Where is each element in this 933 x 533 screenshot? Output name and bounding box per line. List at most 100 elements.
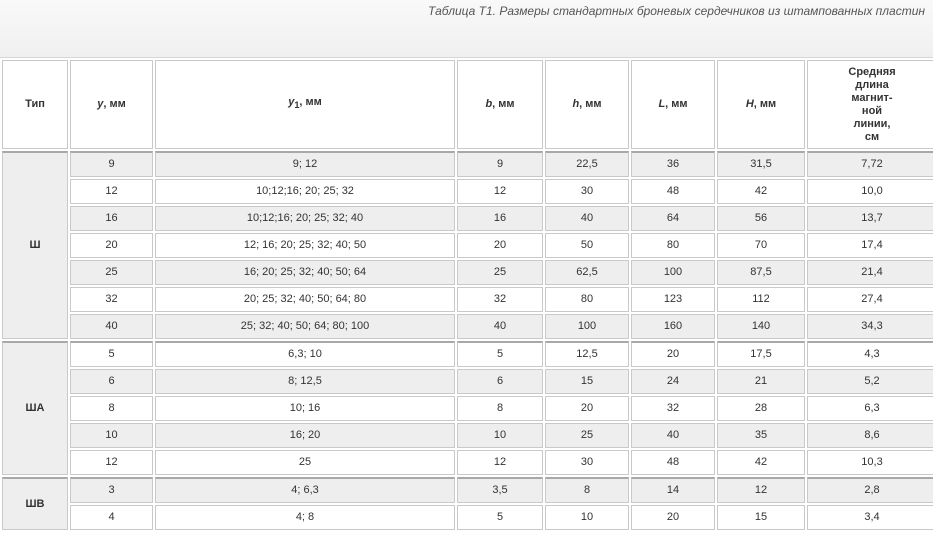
cell-b: 12 xyxy=(457,179,543,204)
cell-y1: 4; 8 xyxy=(155,505,455,530)
cell-y: 25 xyxy=(70,260,153,285)
cell-b: 6 xyxy=(457,369,543,394)
table-row: 16 10;12;16; 20; 25; 32; 40 16 40 64 56 … xyxy=(2,206,933,231)
cell-y1: 9; 12 xyxy=(155,151,455,177)
header-row: Тип y, мм y1, мм b, мм h, мм L, мм H, мм… xyxy=(2,60,933,149)
table-row: 25 16; 20; 25; 32; 40; 50; 64 25 62,5 10… xyxy=(2,260,933,285)
cell-h: 80 xyxy=(545,287,629,312)
cell-magnetic-length: 6,3 xyxy=(807,396,933,421)
table-row: 6 8; 12,5 6 15 24 21 5,2 xyxy=(2,369,933,394)
header-h: h, мм xyxy=(545,60,629,149)
header-magnetic-length: Средняя длина магнит- ной линии, см xyxy=(807,60,933,149)
cell-h: 8 xyxy=(545,477,629,503)
cell-y: 5 xyxy=(70,341,153,367)
table-row: Ш 9 9; 12 9 22,5 36 31,5 7,72 xyxy=(2,151,933,339)
cell-l: 36 xyxy=(631,151,715,177)
cell-b: 10 xyxy=(457,423,543,448)
cell-y1: 16; 20; 25; 32; 40; 50; 64 xyxy=(155,260,455,285)
cell-y: 32 xyxy=(70,287,153,312)
header-y1: y1, мм xyxy=(155,60,455,149)
cell-y1: 10;12;16; 20; 25; 32; 40 xyxy=(155,206,455,231)
cell-b: 12 xyxy=(457,450,543,475)
cell-hh: 15 xyxy=(717,505,805,530)
cell-hh: 56 xyxy=(717,206,805,231)
cell-h: 40 xyxy=(545,206,629,231)
cell-y: 10 xyxy=(70,423,153,448)
cell-magnetic-length: 7,72 xyxy=(807,151,933,177)
cell-y1: 6,3; 10 xyxy=(155,341,455,367)
cell-magnetic-length: 13,7 xyxy=(807,206,933,231)
cell-b: 40 xyxy=(457,314,543,339)
cell-hh: 12 xyxy=(717,477,805,503)
table-row: 32 20; 25; 32; 40; 50; 64; 80 32 80 123 … xyxy=(2,287,933,312)
cell-hh: 87,5 xyxy=(717,260,805,285)
cell-y1: 16; 20 xyxy=(155,423,455,448)
cell-l: 100 xyxy=(631,260,715,285)
header-l: L, мм xyxy=(631,60,715,149)
cell-b: 16 xyxy=(457,206,543,231)
cell-hh: 70 xyxy=(717,233,805,258)
cell-magnetic-length: 4,3 xyxy=(807,341,933,367)
cell-b: 5 xyxy=(457,505,543,530)
cell-h: 22,5 xyxy=(545,151,629,177)
table-row: 12 25 12 30 48 42 10,3 xyxy=(2,450,933,475)
cell-y: 6 xyxy=(70,369,153,394)
cell-b: 9 xyxy=(457,151,543,177)
cell-h: 100 xyxy=(545,314,629,339)
cell-hh: 31,5 xyxy=(717,151,805,177)
cell-b: 20 xyxy=(457,233,543,258)
cell-b: 3,5 xyxy=(457,477,543,503)
table-row: ША 5 6,3; 10 5 12,5 20 17,5 4,3 xyxy=(2,341,933,475)
table-row: 12 10;12;16; 20; 25; 32 12 30 48 42 10,0 xyxy=(2,179,933,204)
cell-magnetic-length: 34,3 xyxy=(807,314,933,339)
cell-l: 80 xyxy=(631,233,715,258)
cell-h: 10 xyxy=(545,505,629,530)
table-row: 40 25; 32; 40; 50; 64; 80; 100 40 100 16… xyxy=(2,314,933,339)
cell-l: 14 xyxy=(631,477,715,503)
cell-magnetic-length: 27,4 xyxy=(807,287,933,312)
header-y: y, мм xyxy=(70,60,153,149)
cell-h: 20 xyxy=(545,396,629,421)
cell-l: 160 xyxy=(631,314,715,339)
cell-y: 16 xyxy=(70,206,153,231)
cell-y1: 12; 16; 20; 25; 32; 40; 50 xyxy=(155,233,455,258)
cell-h: 50 xyxy=(545,233,629,258)
cell-l: 64 xyxy=(631,206,715,231)
table-row: ШВ 3 4; 6,3 3,5 8 14 12 2,8 xyxy=(2,477,933,530)
cell-y1: 25 xyxy=(155,450,455,475)
cell-l: 32 xyxy=(631,396,715,421)
cell-l: 48 xyxy=(631,450,715,475)
cell-y: 12 xyxy=(70,450,153,475)
cell-y: 40 xyxy=(70,314,153,339)
cell-hh: 21 xyxy=(717,369,805,394)
page-header-bar: Таблица Т1. Размеры стандартных броневых… xyxy=(0,0,933,58)
cell-h: 25 xyxy=(545,423,629,448)
cell-hh: 17,5 xyxy=(717,341,805,367)
cell-y: 3 xyxy=(70,477,153,503)
cell-y: 4 xyxy=(70,505,153,530)
table-row: 10 16; 20 10 25 40 35 8,6 xyxy=(2,423,933,448)
cell-l: 40 xyxy=(631,423,715,448)
cell-l: 24 xyxy=(631,369,715,394)
cell-y1: 4; 6,3 xyxy=(155,477,455,503)
cell-y: 9 xyxy=(70,151,153,177)
cell-y1: 20; 25; 32; 40; 50; 64; 80 xyxy=(155,287,455,312)
cell-magnetic-length: 10,3 xyxy=(807,450,933,475)
cell-h: 12,5 xyxy=(545,341,629,367)
header-b: b, мм xyxy=(457,60,543,149)
cell-magnetic-length: 3,4 xyxy=(807,505,933,530)
table-row: 4 4; 8 5 10 20 15 3,4 xyxy=(2,505,933,530)
cell-magnetic-length: 10,0 xyxy=(807,179,933,204)
cell-b: 8 xyxy=(457,396,543,421)
table-row: 20 12; 16; 20; 25; 32; 40; 50 20 50 80 7… xyxy=(2,233,933,258)
cell-magnetic-length: 2,8 xyxy=(807,477,933,503)
cell-b: 25 xyxy=(457,260,543,285)
core-dimensions-table: Тип y, мм y1, мм b, мм h, мм L, мм H, мм… xyxy=(0,58,933,532)
cell-y1: 8; 12,5 xyxy=(155,369,455,394)
cell-h: 15 xyxy=(545,369,629,394)
cell-hh: 140 xyxy=(717,314,805,339)
header-hh: H, мм xyxy=(717,60,805,149)
cell-magnetic-length: 21,4 xyxy=(807,260,933,285)
table-row: 8 10; 16 8 20 32 28 6,3 xyxy=(2,396,933,421)
cell-h: 30 xyxy=(545,179,629,204)
